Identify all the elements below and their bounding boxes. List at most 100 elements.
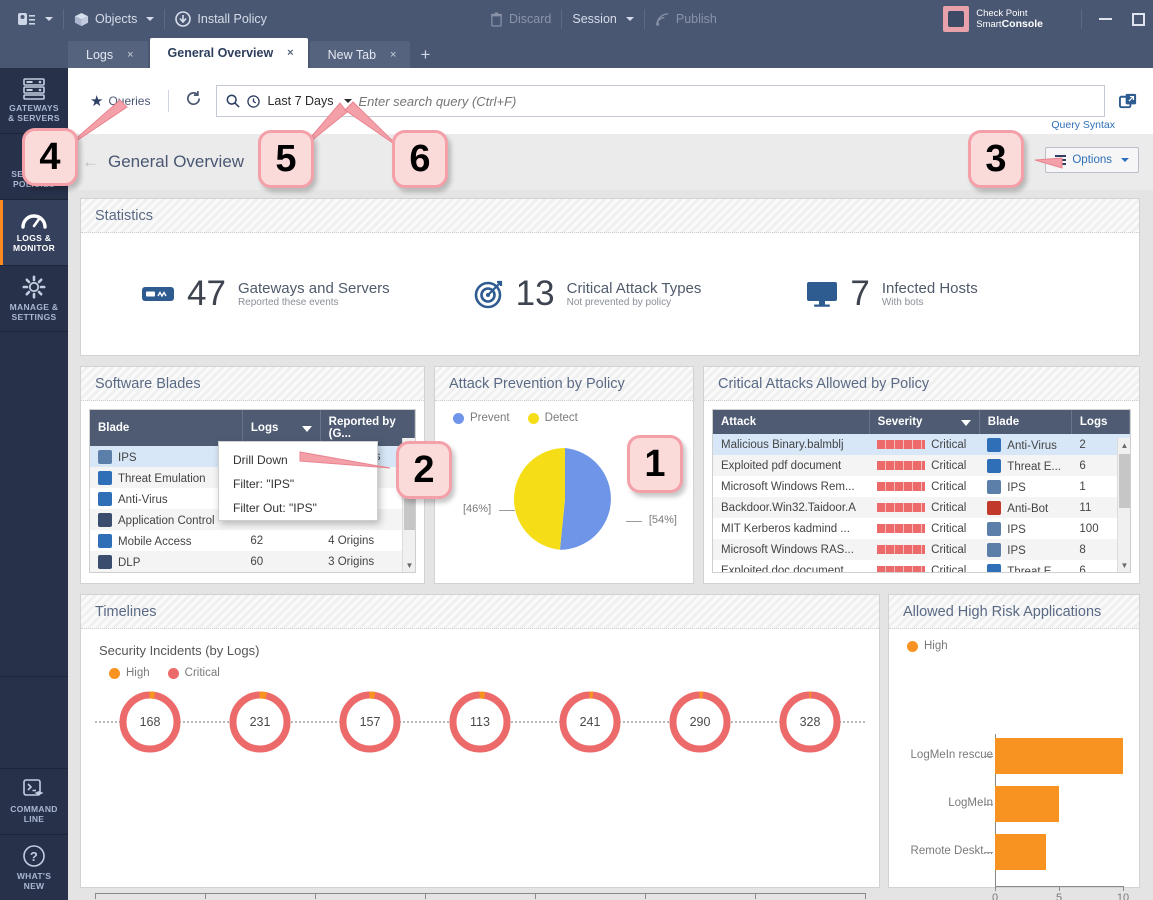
chevron-down-icon[interactable] — [343, 99, 352, 103]
sidebar-item-manage-settings[interactable]: MANAGE & SETTINGS — [0, 266, 68, 332]
cell-attack: Malicious Binary.balmblj — [713, 434, 870, 455]
stat-critical-attack-types[interactable]: 13 Critical Attack Types Not prevented b… — [474, 274, 807, 314]
critical-attacks-table-wrap: Attack Severity Blade Logs Malicious Bin… — [712, 409, 1131, 573]
table-row[interactable]: Exploited doc document Critical Threat E..… — [713, 560, 1130, 572]
window-toolbar: Objects Install Policy Discard Session P… — [0, 0, 1153, 38]
column-header-logs[interactable]: Logs — [1071, 410, 1130, 434]
bar[interactable] — [995, 786, 1059, 822]
install-policy-button[interactable]: Install Policy — [165, 0, 276, 38]
close-icon[interactable]: × — [390, 49, 396, 61]
cell-reported-by: 5 Origins — [320, 572, 414, 573]
table-row[interactable]: Microsoft Windows RAS... Critical IPS 8 — [713, 539, 1130, 560]
timeline-donut[interactable]: 168 — [117, 689, 183, 755]
scroll-down-button[interactable]: ▼ — [403, 558, 415, 572]
legend-swatch-high — [907, 640, 918, 652]
blade-icon — [987, 563, 1002, 572]
tab-strip: Logs × General Overview × New Tab × + — [0, 38, 1153, 68]
table-row[interactable]: Backdoor.Win32.Taidoor.A Critical Anti-Bot… — [713, 497, 1130, 518]
timeline-donut[interactable]: 231 — [227, 689, 293, 755]
table-row[interactable]: Mobile Access 62 4 Origins — [90, 530, 415, 551]
chevron-down-icon — [45, 17, 53, 21]
pie-slice-detect — [514, 448, 565, 550]
cell-severity: Critical — [869, 539, 980, 560]
timeline-donut[interactable]: 157 — [337, 689, 403, 755]
bar[interactable] — [995, 738, 1123, 774]
context-menu-item-filter-out[interactable]: Filter Out: "IPS" — [219, 496, 377, 520]
scrollbar-thumb[interactable] — [1119, 454, 1130, 508]
axis-tick — [865, 893, 866, 899]
severity-bar — [877, 460, 926, 470]
context-menu[interactable]: Drill Down Filter: "IPS" Filter Out: "IP… — [218, 441, 378, 521]
legend-item-prevent[interactable]: Prevent — [453, 412, 510, 424]
table-row[interactable]: Malicious Binary.balmblj Critical Anti-Vir… — [713, 434, 1130, 455]
table-row[interactable]: DLP 60 3 Origins — [90, 551, 415, 572]
timeline-donut[interactable]: 290 — [667, 689, 733, 755]
stat-gateways-servers[interactable]: 47 Gateways and Servers Reported these e… — [141, 274, 474, 314]
sidebar-item-gateways-servers[interactable]: GATEWAYS & SERVERS — [0, 68, 68, 134]
blade-name: IPS — [118, 451, 137, 464]
context-menu-item-drill-down[interactable]: Drill Down — [219, 448, 377, 472]
column-header-severity[interactable]: Severity — [869, 410, 980, 434]
timeline-donut[interactable]: 241 — [557, 689, 623, 755]
blade-name: Mobile Access — [118, 535, 192, 548]
software-blades-title: Software Blades — [81, 367, 424, 401]
close-icon[interactable]: × — [127, 49, 133, 61]
column-label: Logs — [250, 422, 279, 434]
queries-button[interactable]: ★ Queries — [80, 92, 160, 110]
table-row[interactable]: Exploited pdf document Critical Threat E..… — [713, 455, 1130, 476]
stat-sublabel: Reported these events — [237, 296, 339, 308]
column-header-attack[interactable]: Attack — [713, 410, 870, 434]
search-box[interactable]: Last 7 Days — [216, 85, 1105, 117]
discard-button[interactable]: Discard — [480, 0, 561, 38]
sidebar-item-whats-new[interactable]: ? WHAT'S NEW — [0, 834, 68, 900]
tab-general-overview[interactable]: General Overview × — [149, 38, 308, 68]
pie-chart[interactable] — [514, 448, 616, 550]
axis-tick — [755, 893, 756, 899]
add-tab-button[interactable]: + — [412, 45, 440, 68]
table-scrollbar[interactable]: ▲ ▼ — [1117, 438, 1130, 572]
tab-new-tab[interactable]: New Tab × — [309, 41, 411, 68]
sidebar-label-line2: NEW — [23, 881, 45, 891]
timeline-donut[interactable]: 328 — [777, 689, 843, 755]
maximize-button[interactable] — [1132, 12, 1145, 26]
time-range-selector[interactable]: Last 7 Days — [267, 94, 333, 108]
search-input[interactable] — [358, 93, 1095, 109]
callout-3: 3 — [968, 130, 1024, 188]
table-row[interactable]: Microsoft Windows Rem... Critical IPS 1 — [713, 476, 1130, 497]
open-in-new-window-button[interactable] — [1115, 88, 1141, 114]
refresh-button[interactable] — [177, 90, 210, 112]
svg-text:?: ? — [30, 849, 38, 864]
scroll-down-button[interactable]: ▼ — [1118, 558, 1130, 572]
sidebar-label-line2: MONITOR — [12, 243, 56, 253]
back-arrow-icon[interactable]: ← — [82, 152, 99, 172]
minimize-button[interactable] — [1099, 18, 1112, 20]
sidebar-item-logs-monitor[interactable]: LOGS & MONITOR — [0, 200, 68, 266]
table-row[interactable]: MIT Kerberos kadmind ... Critical IPS 100 — [713, 518, 1130, 539]
app-menu-button[interactable] — [0, 0, 63, 38]
table-row[interactable]: URL Filtering 58 5 Origins — [90, 572, 415, 573]
tab-logs[interactable]: Logs × — [68, 41, 148, 68]
bar[interactable] — [995, 834, 1047, 870]
sidebar-label-line1: GATEWAYS — [9, 103, 59, 113]
bar-tick-dash — [984, 852, 993, 853]
sidebar-item-command-line[interactable]: COMMAND LINE — [0, 768, 68, 834]
close-icon[interactable]: × — [287, 47, 293, 59]
scroll-up-button[interactable]: ▲ — [1118, 438, 1130, 452]
critical-attacks-card: Critical Attacks Allowed by Policy Attac… — [703, 366, 1140, 584]
options-button[interactable]: Options — [1045, 147, 1139, 173]
timeline-donut[interactable]: 113 — [447, 689, 513, 755]
column-header-blade[interactable]: Blade — [979, 410, 1072, 434]
dashboard-content: Statistics 47 Gateways and Servers Repor… — [68, 190, 1153, 900]
objects-button[interactable]: Objects — [64, 0, 164, 38]
publish-button[interactable]: Publish — [645, 0, 727, 38]
legend-item-high[interactable]: High — [907, 640, 948, 652]
sidebar-label-line1: MANAGE & — [9, 302, 59, 312]
blade-icon — [98, 470, 112, 485]
session-controls: Discard Session Publish — [480, 0, 727, 38]
apps-bar-chart[interactable]: Logs LogMeIn rescueLogMeInRemote Deskt..… — [889, 652, 1139, 900]
context-menu-item-filter[interactable]: Filter: "IPS" — [219, 472, 377, 496]
stat-infected-hosts[interactable]: 7 Infected Hosts With bots — [806, 274, 1139, 314]
legend-item-detect[interactable]: Detect — [527, 412, 578, 424]
query-syntax-link[interactable]: Query Syntax — [1051, 119, 1115, 131]
session-button[interactable]: Session — [562, 0, 643, 38]
